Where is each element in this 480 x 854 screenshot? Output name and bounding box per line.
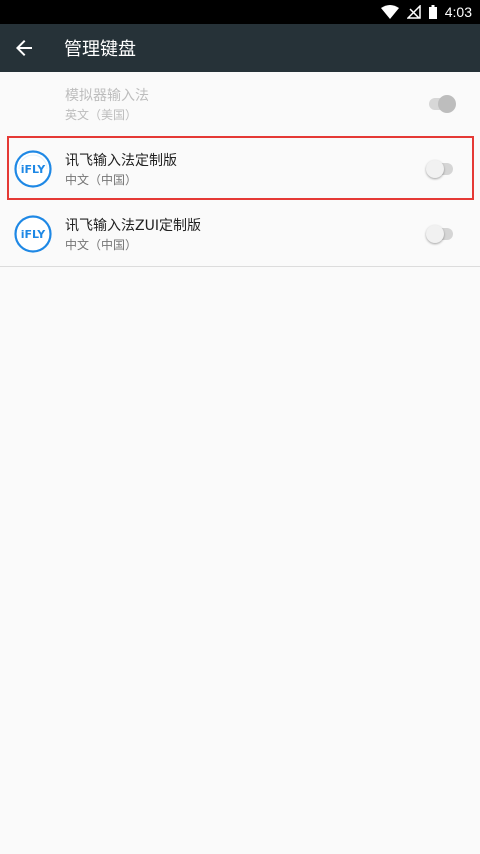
keyboard-toggle bbox=[426, 94, 456, 114]
wifi-icon bbox=[380, 5, 399, 19]
keyboard-title: 讯飞输入法ZUI定制版 bbox=[65, 218, 201, 234]
keyboard-row-emulator: 模拟器输入法 英文（美国） bbox=[0, 72, 480, 137]
signal-off-icon bbox=[406, 5, 421, 19]
keyboard-subtitle: 中文（中国） bbox=[65, 238, 138, 252]
keyboard-toggle[interactable] bbox=[426, 224, 456, 244]
app-bar: 管理键盘 bbox=[0, 24, 480, 72]
status-bar: 4:03 bbox=[0, 0, 480, 24]
keyboard-title: 模拟器输入法 bbox=[65, 88, 149, 104]
back-button[interactable] bbox=[0, 24, 48, 72]
battery-icon bbox=[428, 5, 437, 19]
keyboard-row-ifly-zui[interactable]: iFLY 讯飞输入法ZUI定制版 中文（中国） bbox=[0, 202, 480, 267]
keyboard-list: 模拟器输入法 英文（美国） iFLY 讯飞输入法定制版 中文（中国） iFLY … bbox=[0, 72, 480, 267]
ifly-logo-text: iFLY bbox=[21, 163, 47, 176]
ifly-logo-text: iFLY bbox=[21, 228, 47, 241]
ifly-logo-icon: iFLY bbox=[14, 150, 52, 188]
arrow-back-icon bbox=[16, 40, 32, 56]
keyboard-subtitle: 英文（美国） bbox=[65, 108, 138, 122]
keyboard-toggle[interactable] bbox=[426, 159, 456, 179]
page-title: 管理键盘 bbox=[64, 39, 136, 60]
keyboard-row-ifly[interactable]: iFLY 讯飞输入法定制版 中文（中国） bbox=[0, 137, 480, 202]
list-divider bbox=[0, 266, 480, 267]
keyboard-subtitle: 中文（中国） bbox=[65, 173, 138, 187]
clock: 4:03 bbox=[444, 4, 472, 20]
ifly-logo-icon: iFLY bbox=[14, 215, 52, 253]
keyboard-title: 讯飞输入法定制版 bbox=[65, 153, 177, 169]
